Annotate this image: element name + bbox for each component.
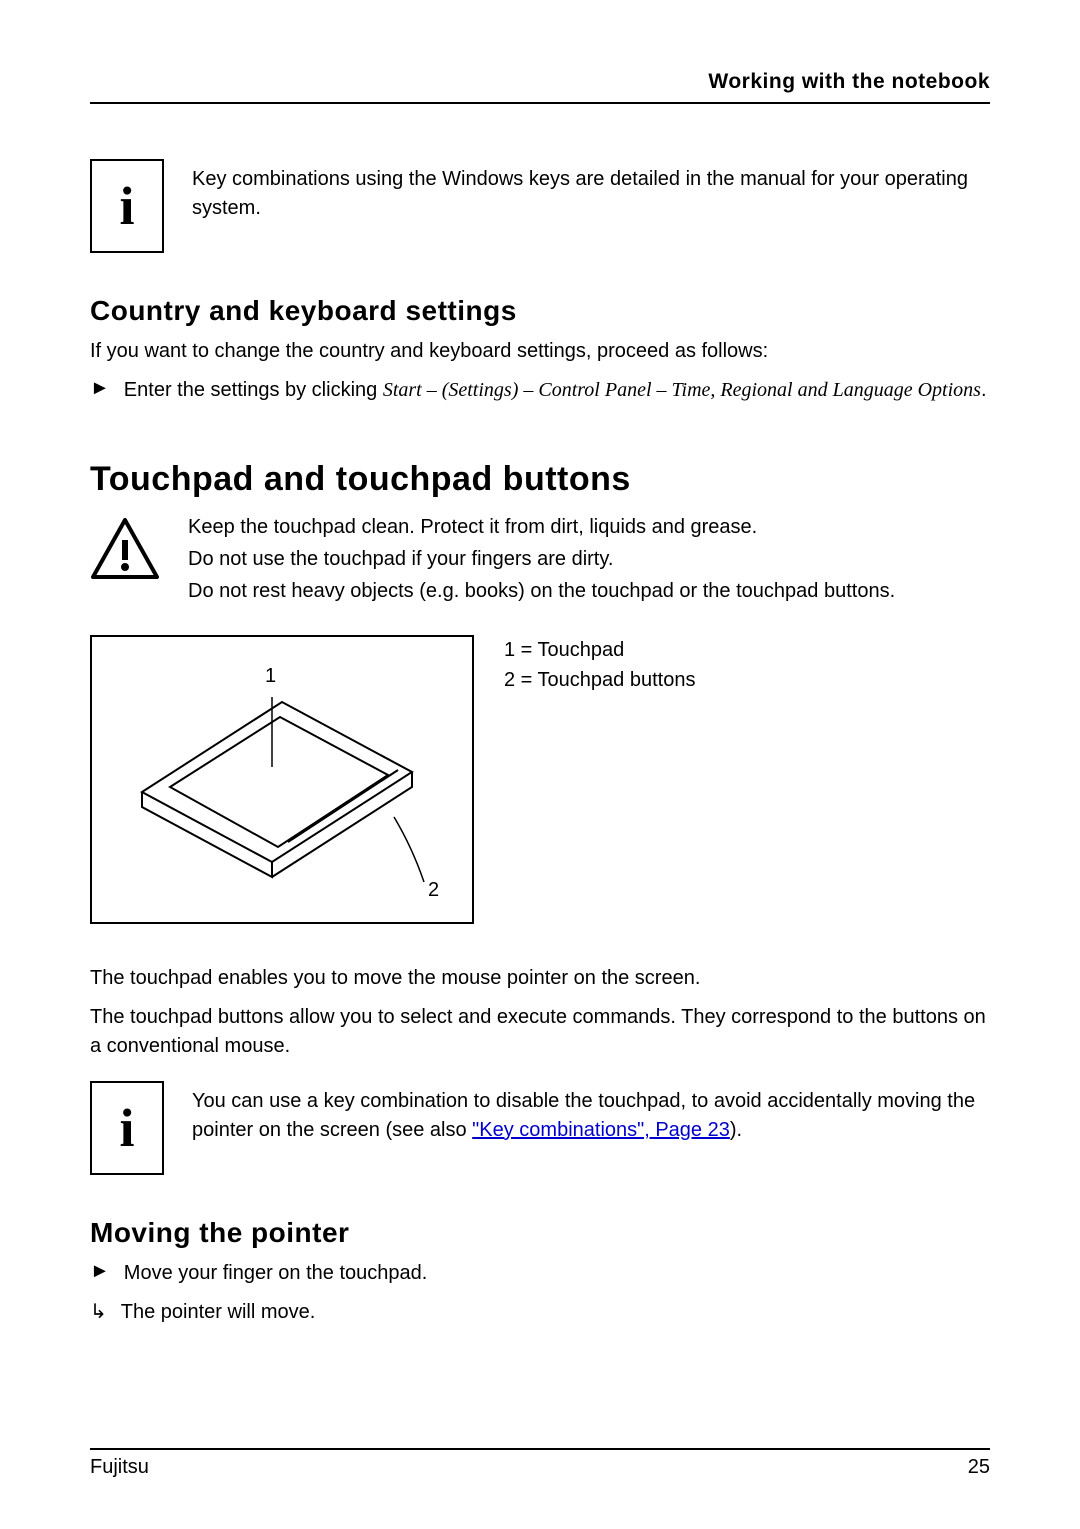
country-step-path: Start – (Settings) – Control Panel – Tim… [383, 379, 981, 401]
footer-rule [90, 1448, 990, 1450]
diagram-label-1: 1 [265, 665, 276, 688]
footer: Fujitsu 25 [90, 1448, 990, 1479]
warn-line-3: Do not rest heavy objects (e.g. books) o… [188, 575, 895, 607]
info-icon: i [90, 1081, 164, 1175]
bullet-triangle-icon: ► [90, 376, 110, 400]
info-icon: i [90, 159, 164, 253]
touchpad-para-1: The touchpad enables you to move the mou… [90, 964, 990, 993]
info2-tail: ). [730, 1119, 742, 1141]
bullet-triangle-icon: ► [90, 1259, 110, 1283]
touchpad-para-2: The touchpad buttons allow you to select… [90, 1003, 990, 1061]
moving-result-text: The pointer will move. [121, 1298, 316, 1327]
warning-icon [90, 511, 160, 585]
info-text: Key combinations using the Windows keys … [192, 159, 990, 223]
warning-box: Keep the touchpad clean. Protect it from… [90, 511, 990, 607]
moving-result: ↳ The pointer will move. [90, 1298, 990, 1327]
diagram-row: 1 2 1 = Touchpad 2 = Touchpad buttons [90, 635, 990, 924]
diagram-label-2: 2 [428, 879, 439, 902]
footer-brand: Fujitsu [90, 1456, 149, 1479]
key-combinations-link[interactable]: "Key combinations", Page 23 [472, 1119, 730, 1141]
moving-step-text: Move your finger on the touchpad. [124, 1259, 428, 1288]
warn-line-1: Keep the touchpad clean. Protect it from… [188, 511, 895, 543]
moving-step: ► Move your finger on the touchpad. [90, 1259, 990, 1288]
info-box-1: i Key combinations using the Windows key… [90, 159, 990, 253]
country-step-lead: Enter the settings by clicking [124, 379, 383, 401]
country-step: ► Enter the settings by clicking Start –… [90, 376, 990, 405]
moving-heading: Moving the pointer [90, 1217, 990, 1249]
result-arrow-icon: ↳ [90, 1298, 107, 1324]
legend-1: 1 = Touchpad [504, 635, 695, 665]
header-rule [90, 102, 990, 104]
diagram-legend: 1 = Touchpad 2 = Touchpad buttons [504, 635, 695, 695]
info-box-2: i You can use a key combination to disab… [90, 1081, 990, 1175]
country-step-tail: . [981, 379, 987, 401]
touchpad-diagram: 1 2 [90, 635, 474, 924]
footer-page: 25 [968, 1456, 990, 1479]
country-step-text: Enter the settings by clicking Start – (… [124, 376, 987, 405]
country-intro: If you want to change the country and ke… [90, 337, 990, 366]
info-text-2: You can use a key combination to disable… [192, 1081, 990, 1145]
running-header: Working with the notebook [90, 70, 990, 94]
country-heading: Country and keyboard settings [90, 295, 990, 327]
warning-text: Keep the touchpad clean. Protect it from… [188, 511, 895, 607]
warn-line-2: Do not use the touchpad if your fingers … [188, 543, 895, 575]
touchpad-heading: Touchpad and touchpad buttons [90, 460, 990, 499]
legend-2: 2 = Touchpad buttons [504, 665, 695, 695]
